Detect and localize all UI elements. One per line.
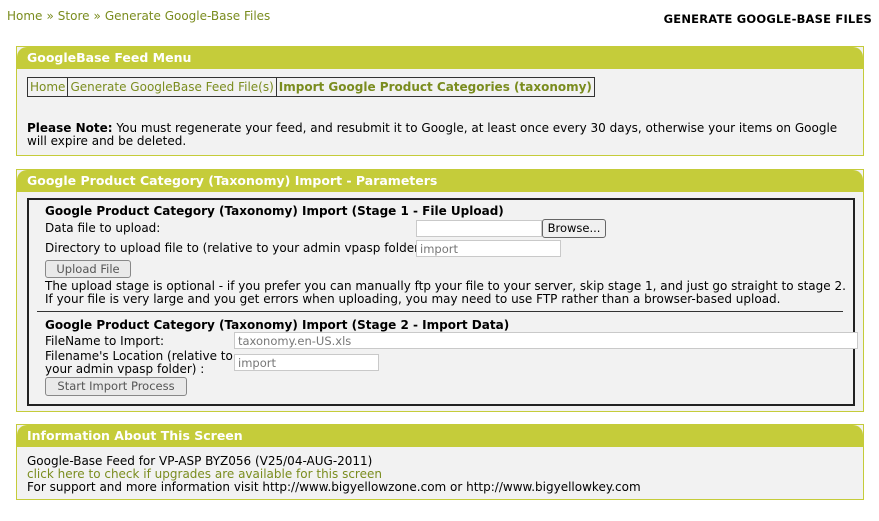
tab-generate-feed[interactable]: Generate GoogleBase Feed File(s) — [68, 78, 277, 96]
file-upload-input[interactable] — [416, 220, 542, 237]
filename-label: FileName to Import: — [45, 334, 165, 348]
feed-menu-tabs: Home Generate GoogleBase Feed File(s) Im… — [27, 77, 595, 97]
breadcrumb: Home» Store» Generate Google-Base Files — [7, 9, 270, 23]
breadcrumb-separator: » — [93, 9, 101, 23]
breadcrumb-current[interactable]: Generate Google-Base Files — [105, 9, 270, 23]
breadcrumb-store[interactable]: Store — [58, 9, 90, 23]
breadcrumb-home[interactable]: Home — [7, 9, 42, 23]
feed-menu-title: GoogleBase Feed Menu — [17, 47, 863, 69]
tab-import-taxonomy[interactable]: Import Google Product Categories (taxono… — [276, 78, 594, 96]
stage1-title: Google Product Category (Taxonomy) Impor… — [45, 204, 504, 218]
upgrade-check-link[interactable]: click here to check if upgrades are avai… — [27, 467, 382, 481]
location-label-line2: your admin vpasp folder) : — [45, 362, 205, 376]
location-label-line1: Filename's Location (relative to — [45, 349, 233, 363]
import-params-title: Google Product Category (Taxonomy) Impor… — [17, 170, 863, 192]
browse-button[interactable]: Browse... — [542, 219, 606, 238]
upload-dir-label: Directory to upload file to (relative to… — [45, 241, 432, 255]
tab-home[interactable]: Home — [28, 78, 69, 96]
top-bar: Home» Store» Generate Google-Base Files GE… — [0, 0, 879, 34]
stage2-title: Google Product Category (Taxonomy) Impor… — [45, 318, 510, 332]
note-text: You must regenerate your feed, and resub… — [27, 121, 838, 148]
stage-divider — [37, 311, 843, 312]
location-input[interactable]: import — [234, 354, 379, 371]
import-params-panel: Google Product Category (Taxonomy) Impor… — [16, 169, 864, 412]
upload-file-button[interactable]: Upload File — [45, 260, 131, 278]
feed-menu-panel: GoogleBase Feed Menu Home Generate Googl… — [16, 46, 864, 156]
location-label: Filename's Location (relative to your adm… — [45, 350, 233, 376]
upload-dir-input[interactable]: import — [416, 240, 561, 257]
start-import-button[interactable]: Start Import Process — [45, 377, 187, 396]
upload-help-text: The upload stage is optional - if you pr… — [45, 279, 846, 306]
info-support: For support and more information visit h… — [27, 480, 641, 494]
page-title: GENERATE GOOGLE-BASE FILES — [663, 12, 872, 26]
import-params-box: Google Product Category (Taxonomy) Impor… — [27, 198, 858, 406]
note-label: Please Note: — [27, 121, 113, 135]
feed-note: Please Note: You must regenerate your fe… — [27, 122, 847, 148]
file-upload-label: Data file to upload: — [45, 221, 161, 235]
info-panel: Information About This Screen Google-Bas… — [16, 424, 864, 500]
info-version: Google-Base Feed for VP-ASP BYZ056 (V25/… — [27, 454, 373, 468]
breadcrumb-separator: » — [46, 9, 54, 23]
filename-input[interactable]: taxonomy.en-US.xls — [234, 332, 858, 349]
info-title: Information About This Screen — [17, 425, 863, 447]
